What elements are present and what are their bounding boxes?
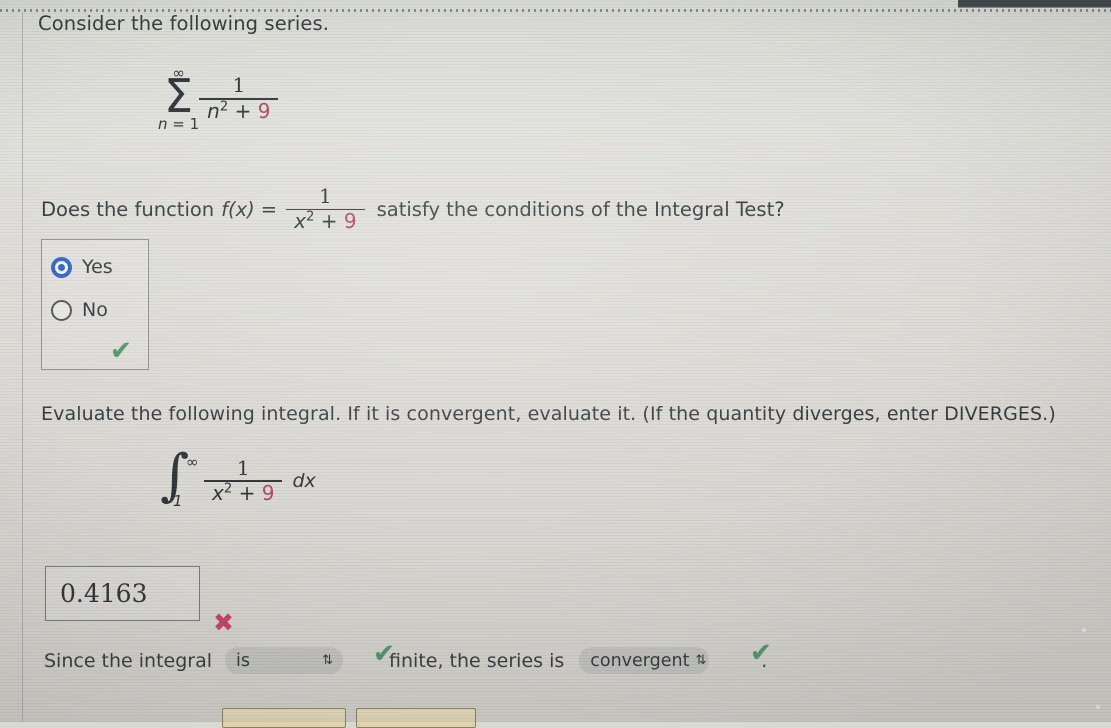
- bottom-action-button-2[interactable]: [356, 708, 476, 728]
- incorrect-x-icon-answer: ✖: [213, 608, 234, 637]
- radio-button-yes-icon[interactable]: [51, 256, 72, 278]
- photo-speck: [1082, 628, 1086, 632]
- series-denominator-exponent: 2: [219, 99, 229, 114]
- correct-check-icon-convergence: ✔: [750, 638, 772, 668]
- series-denominator: n2 + 9: [199, 100, 278, 123]
- yes-no-radio-group[interactable]: Yes No: [41, 239, 149, 370]
- function-denominator-exponent: 2: [305, 209, 315, 225]
- integrand-denominator-operator: +: [238, 480, 256, 505]
- photo-speck: [1096, 705, 1100, 709]
- function-fraction: 1 x2 + 9: [286, 184, 365, 233]
- radio-option-yes[interactable]: Yes: [51, 256, 113, 278]
- series-denominator-variable: n: [207, 98, 220, 123]
- conclusion-lead: Since the integral: [44, 649, 213, 672]
- series-denominator-constant: 9: [257, 98, 271, 123]
- left-margin-rule: [22, 12, 23, 722]
- correct-check-icon-is: ✔: [373, 639, 395, 669]
- integrand-denominator: x2 + 9: [204, 482, 282, 505]
- bottom-action-button-1[interactable]: [222, 708, 346, 728]
- function-name: f(x): [221, 197, 255, 221]
- integral-operator: ∫ ∞ 1: [160, 448, 202, 512]
- sigma-icon: Σ: [164, 69, 194, 123]
- integral-lower-limit: 1: [173, 492, 183, 510]
- function-denominator-variable: x: [294, 209, 306, 234]
- chevron-updown-icon: ⇅: [695, 653, 707, 668]
- summation-lower-limit: n = 1: [158, 114, 200, 133]
- integrand-fraction: 1 x2 + 9: [204, 455, 283, 505]
- summation-operator: ∞ Σ n = 1: [158, 66, 199, 132]
- equals-sign: =: [260, 197, 278, 221]
- integrand-denominator-exponent: 2: [223, 481, 233, 497]
- radio-button-no-icon[interactable]: [51, 299, 72, 321]
- integral-test-question: Does the function f(x) = 1 x2 + 9 satisf…: [41, 184, 785, 233]
- series-term-fraction: 1 n2 + 9: [199, 73, 279, 123]
- select-convergence-value: convergent: [590, 650, 690, 671]
- prompt-evaluate-integral: Evaluate the following integral. If it i…: [41, 403, 1056, 425]
- function-denominator: x2 + 9: [286, 210, 364, 233]
- integral-upper-limit: ∞: [186, 453, 199, 471]
- series-numerator: 1: [232, 73, 246, 98]
- integrand-denominator-constant: 9: [261, 480, 275, 505]
- chevron-updown-icon: ⇅: [322, 653, 333, 668]
- series-denominator-operator: +: [234, 98, 252, 123]
- question-lead: Does the function: [41, 197, 215, 221]
- integral-expression: ∫ ∞ 1 1 x2 + 9 dx: [160, 448, 316, 512]
- integral-answer-value: 0.4163: [60, 579, 148, 608]
- prompt-consider-series: Consider the following series.: [38, 12, 330, 35]
- conclusion-sentence: Since the integral is ⇅ finite, the seri…: [44, 647, 773, 674]
- radio-option-no[interactable]: No: [51, 299, 108, 321]
- integrand-numerator: 1: [236, 455, 250, 480]
- select-integral-is[interactable]: is ⇅: [225, 647, 344, 674]
- question-tail: satisfy the conditions of the Integral T…: [376, 197, 785, 221]
- integral-answer-input[interactable]: 0.4163: [45, 566, 200, 621]
- function-numerator: 1: [319, 184, 332, 208]
- problem-page: Consider the following series. ∞ Σ n = 1…: [0, 0, 1111, 728]
- function-denominator-operator: +: [320, 209, 338, 234]
- correct-check-icon-radio: ✔: [110, 336, 132, 366]
- browser-chrome-fragment: [958, 0, 1111, 8]
- radio-label-yes: Yes: [82, 256, 113, 278]
- select-integral-is-value: is: [236, 650, 251, 671]
- series-expression: ∞ Σ n = 1 1 n2 + 9: [158, 66, 279, 132]
- select-convergence[interactable]: convergent ⇅: [579, 647, 710, 674]
- function-denominator-constant: 9: [343, 209, 357, 234]
- radio-label-no: No: [82, 299, 108, 321]
- integrand-denominator-variable: x: [212, 480, 224, 505]
- differential-dx: dx: [292, 470, 316, 492]
